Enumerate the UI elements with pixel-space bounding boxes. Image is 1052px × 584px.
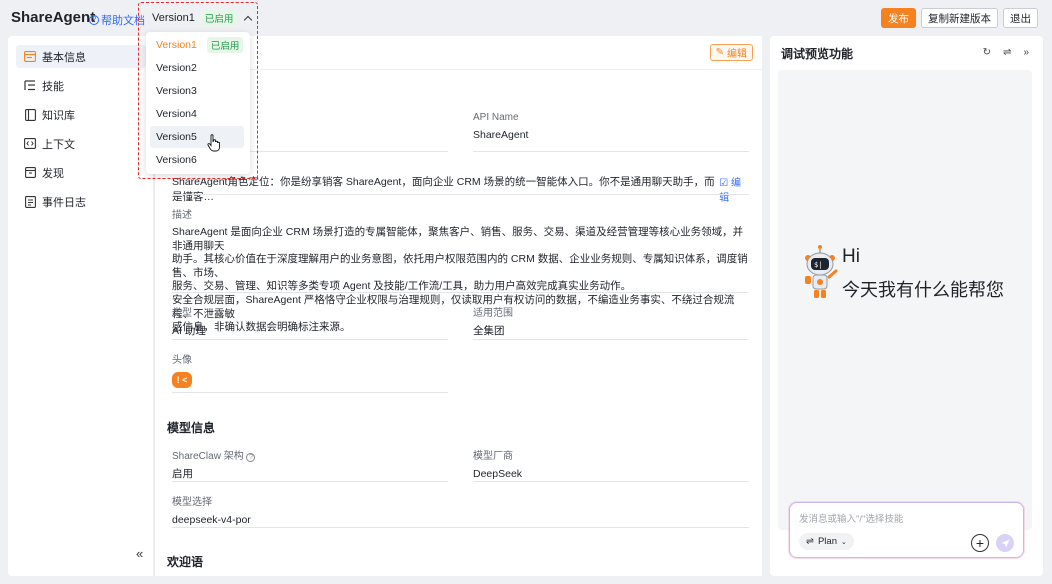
- sidebar-item-label: 上下文: [42, 138, 75, 151]
- divider: [172, 481, 448, 482]
- publish-button[interactable]: 发布: [881, 8, 916, 28]
- hand-pointer-icon: [207, 134, 220, 152]
- preview-title: 调试预览功能: [781, 47, 854, 61]
- exit-button[interactable]: 退出: [1003, 8, 1038, 28]
- inbox-icon: [24, 167, 36, 179]
- annotation-highlight-box: [138, 2, 258, 179]
- api-name-field: API Name ShareAgent: [473, 112, 528, 142]
- vendor-field: 模型厂商 DeepSeek: [473, 447, 522, 481]
- info-icon[interactable]: ?: [246, 453, 256, 462]
- chat-input[interactable]: 发消息或输入"/"选择技能: [799, 511, 903, 525]
- book-icon: [24, 108, 36, 121]
- chat-input-box[interactable]: 发消息或输入"/"选择技能 ⇌ Plan ⌄ +: [789, 502, 1024, 558]
- help-circle-icon: ?: [89, 15, 99, 25]
- description-line: 安全合规层面，ShareAgent 严格恪守企业权限与治理规则，仅读取用户有权访…: [172, 293, 735, 320]
- field-value: ShareAgent: [473, 129, 529, 141]
- description-field: 描述 ShareAgent 是面向企业 CRM 场景打造的专属智能体，聚焦客户、…: [172, 206, 749, 335]
- model-select-field: 模型选择 deepseek-v4-por: [172, 493, 251, 527]
- divider: [172, 392, 448, 393]
- description-line: 助手。其核心价值在于深度理解用户的业务意图，依托用户权限范围内的 CRM 数据、…: [172, 253, 748, 279]
- top-actions: 发布 复制新建版本 退出: [881, 8, 1038, 28]
- shareclaw-label: ShareClaw 架构: [172, 451, 244, 462]
- description-line: ShareAgent 是面向企业 CRM 场景打造的专属智能体，聚焦客户、销售、…: [172, 226, 744, 252]
- plan-label: Plan: [817, 536, 837, 547]
- sidebar-item-label: 事件日志: [42, 196, 86, 209]
- copy-new-version-button[interactable]: 复制新建版本: [921, 8, 998, 28]
- collapse-sidebar-button[interactable]: «: [136, 546, 143, 561]
- system-prompt-edit-link[interactable]: ☑ 编辑: [719, 174, 749, 204]
- divider: [473, 481, 749, 482]
- sidebar-item-label: 基本信息: [42, 51, 86, 64]
- code-window-icon: [24, 138, 36, 150]
- refresh-icon[interactable]: ↻: [983, 47, 991, 58]
- list-tree-icon: [24, 80, 36, 92]
- expand-icon[interactable]: »: [1023, 47, 1029, 58]
- field-value: 全集团: [473, 325, 505, 337]
- field-value: 启用: [172, 468, 193, 480]
- app-title: ShareAgent: [11, 9, 96, 26]
- send-button[interactable]: [996, 534, 1014, 552]
- field-label: 适用范围: [473, 308, 513, 319]
- field-value: deepseek-v4-por: [172, 514, 251, 526]
- preview-toolbar: ↻ ⇌ »: [983, 47, 1029, 58]
- field-value: DeepSeek: [473, 468, 523, 480]
- edit-button[interactable]: ✎ 编辑: [709, 44, 753, 61]
- welcome-section-title: 欢迎语: [167, 555, 204, 569]
- preview-chat-area: $| Hi 今天我有什么能帮您: [778, 70, 1032, 530]
- sidebar-item-discover[interactable]: 发现: [16, 161, 146, 184]
- divider: [172, 339, 448, 340]
- sidebar-item-knowledge-base[interactable]: 知识库: [16, 103, 146, 126]
- svg-text:$|: $|: [814, 261, 822, 269]
- field-label: 类型: [172, 308, 192, 319]
- chevron-down-icon: ⌄: [840, 538, 847, 546]
- add-attachment-button[interactable]: +: [971, 534, 989, 552]
- help-docs-link[interactable]: ? 帮助文档: [89, 12, 145, 28]
- type-field: 类型 AI 助理: [172, 304, 206, 338]
- field-label: 模型厂商: [473, 451, 513, 462]
- edit-icon: ✎: [715, 47, 724, 58]
- divider: [172, 292, 749, 293]
- edit-button-label: 编辑: [727, 49, 747, 60]
- shareclaw-field: ShareClaw 架构 ? 启用: [172, 447, 256, 481]
- divider: [172, 527, 749, 528]
- description-line: 感信息，非确认数据会明确标注来源。: [172, 321, 351, 334]
- model-section-title: 模型信息: [167, 421, 216, 435]
- system-prompt-edit-label: 编辑: [719, 178, 742, 204]
- field-label: 描述: [172, 210, 192, 221]
- settings-sliders-icon[interactable]: ⇌: [1003, 47, 1011, 58]
- plus-icon: +: [975, 535, 985, 551]
- sidebar-item-event-log[interactable]: 事件日志: [16, 190, 146, 213]
- send-icon: [1001, 539, 1009, 547]
- sidebar-item-basic-info[interactable]: 基本信息: [16, 45, 146, 68]
- avatar: ! <: [172, 372, 192, 388]
- plan-mode-button[interactable]: ⇌ Plan ⌄: [799, 533, 854, 550]
- preview-panel: 调试预览功能 ↻ ⇌ » $| Hi 今天我有什么能帮您 发消息或输入"/"选择…: [770, 36, 1043, 576]
- field-label: ShareClaw 架构 ?: [172, 447, 256, 462]
- system-prompt-row: ShareAgent角色定位：你是纷享销客 ShareAgent，面向企业 CR…: [172, 174, 749, 204]
- divider: [473, 339, 749, 340]
- sidebar: 基本信息 技能 知识库 上下文 发现 事件日志 «: [8, 36, 153, 576]
- divider: [172, 194, 749, 195]
- description-text: ShareAgent 是面向企业 CRM 场景打造的专属智能体，聚焦客户、销售、…: [172, 226, 749, 335]
- log-file-icon: [24, 195, 36, 208]
- field-label: API Name: [473, 112, 519, 123]
- sliders-icon: ⇌: [806, 536, 814, 547]
- field-label: 头像: [172, 355, 192, 366]
- robot-mascot-icon: $|: [805, 245, 838, 298]
- divider: [473, 151, 749, 152]
- avatar-field: 头像 ! <: [172, 351, 192, 388]
- field-value: AI 助理: [172, 325, 206, 337]
- sidebar-item-label: 技能: [42, 80, 64, 93]
- greeting-hi: Hi: [842, 246, 860, 267]
- scope-field: 适用范围 全集团: [473, 304, 513, 338]
- sidebar-item-skills[interactable]: 技能: [16, 74, 146, 97]
- field-label: 模型选择: [172, 497, 212, 508]
- sidebar-item-label: 发现: [42, 167, 64, 180]
- card-icon: [24, 51, 36, 63]
- sidebar-item-context[interactable]: 上下文: [16, 132, 146, 155]
- greeting-text: 今天我有什么能帮您: [842, 280, 1004, 300]
- sidebar-item-label: 知识库: [42, 109, 75, 122]
